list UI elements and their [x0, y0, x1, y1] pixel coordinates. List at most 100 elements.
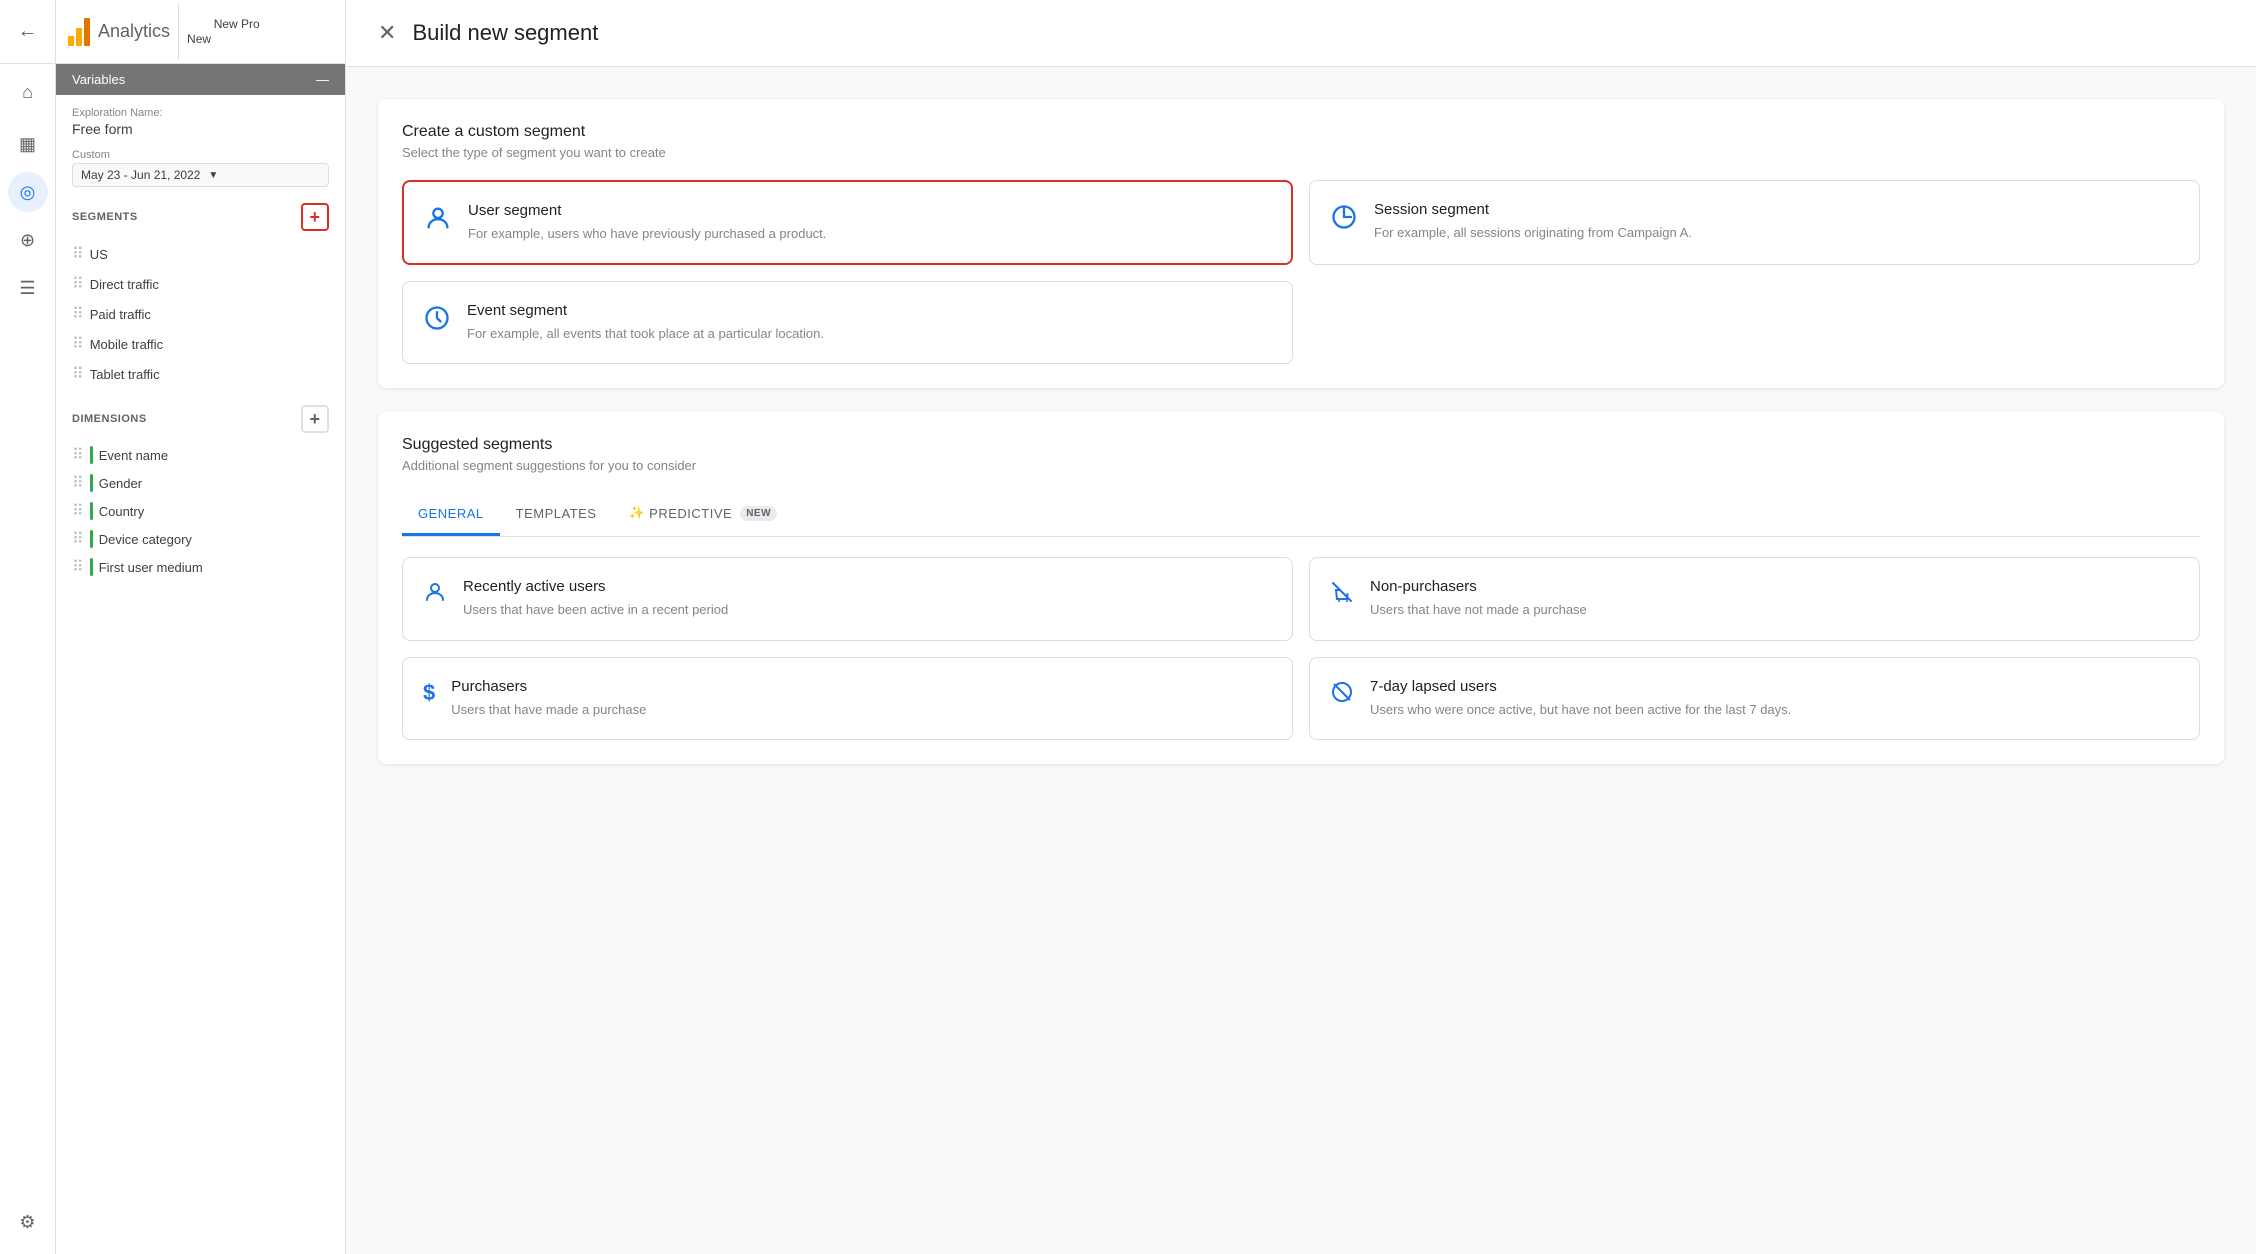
event-segment-option[interactable]: Event segment For example, all events th… [402, 281, 1293, 364]
dimension-bar [90, 446, 93, 464]
drag-handle-icon: ⠿ [72, 274, 84, 294]
suggested-segments-subtitle: Additional segment suggestions for you t… [402, 458, 2200, 473]
lapsed-title: 7-day lapsed users [1370, 678, 1791, 695]
user-segment-desc: For example, users who have previously p… [468, 225, 826, 243]
user-segment-text: User segment For example, users who have… [468, 202, 826, 243]
dimension-item-gender[interactable]: ⠿ Gender [72, 469, 329, 497]
dimension-label: First user medium [99, 560, 203, 575]
session-segment-option[interactable]: Session segment For example, all session… [1309, 180, 2200, 265]
variables-header: Variables — [56, 64, 345, 95]
modal-header: ✕ Build new segment [346, 0, 2256, 67]
variables-label: Variables [72, 72, 125, 87]
settings-icon[interactable]: ⚙ [8, 1202, 48, 1242]
event-segment-title: Event segment [467, 302, 824, 319]
drag-handle-icon: ⠿ [72, 529, 84, 549]
recently-active-text: Recently active users Users that have be… [463, 578, 728, 619]
dimensions-label: DIMENSIONS [72, 413, 147, 425]
segment-label: Direct traffic [90, 277, 159, 292]
segment-item-mobile[interactable]: ⠿ Mobile traffic [72, 329, 329, 359]
dimensions-list: ⠿ Event name ⠿ Gender ⠿ Country ⠿ [72, 441, 329, 581]
nav-icon-home[interactable]: ⌂ [8, 72, 48, 112]
dimension-bar [90, 502, 93, 520]
segment-item-us[interactable]: ⠿ US [72, 239, 329, 269]
date-range-picker[interactable]: May 23 - Jun 21, 2022 ▼ [72, 163, 329, 187]
segment-item-paid[interactable]: ⠿ Paid traffic [72, 299, 329, 329]
suggested-item-lapsed[interactable]: 7-day lapsed users Users who were once a… [1309, 657, 2200, 740]
property-name: New Pro New [178, 3, 260, 61]
drag-handle-icon: ⠿ [72, 334, 84, 354]
main-content: ✕ Build new segment Create a custom segm… [346, 0, 2256, 1254]
purchasers-icon: $ [423, 680, 435, 706]
exploration-value: Free form [72, 121, 329, 137]
nav-icon-target[interactable]: ◎ [8, 172, 48, 212]
recently-active-desc: Users that have been active in a recent … [463, 601, 728, 619]
modal-close-button[interactable]: ✕ [378, 22, 396, 44]
dimension-item-device[interactable]: ⠿ Device category [72, 525, 329, 553]
add-dimension-button[interactable]: + [301, 405, 329, 433]
dimension-label: Country [99, 504, 145, 519]
dimension-bar [90, 558, 93, 576]
back-icon[interactable]: ← [18, 20, 38, 43]
segments-section-header: SEGMENTS + [72, 203, 329, 231]
dimension-item-firstuser[interactable]: ⠿ First user medium [72, 553, 329, 581]
custom-segment-title: Create a custom segment [402, 123, 2200, 141]
build-segment-modal: ✕ Build new segment Create a custom segm… [346, 0, 2256, 1254]
variables-content: Exploration Name: Free form Custom May 2… [56, 95, 345, 593]
drag-handle-icon: ⠿ [72, 473, 84, 493]
tab-general[interactable]: GENERAL [402, 494, 500, 536]
tab-templates[interactable]: TEMPLATES [500, 494, 613, 536]
event-segment-text: Event segment For example, all events th… [467, 302, 824, 343]
tab-predictive[interactable]: ✨ PREDICTIVE NEW [612, 493, 793, 536]
suggested-segments-card: Suggested segments Additional segment su… [378, 412, 2224, 763]
new-badge: NEW [740, 506, 777, 521]
segment-label: Mobile traffic [90, 337, 163, 352]
suggested-item-non-purchasers[interactable]: Non-purchasers Users that have not made … [1309, 557, 2200, 640]
logo-bar-1 [68, 36, 74, 46]
date-range-value: May 23 - Jun 21, 2022 [81, 168, 200, 182]
custom-label: Custom [72, 149, 329, 161]
collapse-icon[interactable]: — [316, 72, 329, 87]
segment-item-direct[interactable]: ⠿ Direct traffic [72, 269, 329, 299]
event-segment-desc: For example, all events that took place … [467, 325, 824, 343]
suggested-item-recently-active[interactable]: Recently active users Users that have be… [402, 557, 1293, 640]
drag-handle-icon: ⠿ [72, 304, 84, 324]
dimension-item-country[interactable]: ⠿ Country [72, 497, 329, 525]
lapsed-icon [1330, 680, 1354, 710]
dimensions-section-header: DIMENSIONS + [72, 405, 329, 433]
nav-icon-table[interactable]: ☰ [8, 268, 48, 308]
purchasers-text: Purchasers Users that have made a purcha… [451, 678, 646, 719]
sparkle-icon: ✨ [628, 505, 645, 521]
non-purchasers-icon [1330, 580, 1354, 610]
segment-options-grid: User segment For example, users who have… [402, 180, 2200, 364]
top-bar: Analytics New Pro New [56, 0, 345, 64]
session-segment-icon [1330, 203, 1358, 238]
recently-active-title: Recently active users [463, 578, 728, 595]
user-segment-option[interactable]: User segment For example, users who have… [402, 180, 1293, 265]
non-purchasers-desc: Users that have not made a purchase [1370, 601, 1587, 619]
tab-predictive-label: PREDICTIVE [649, 506, 732, 521]
segment-label: US [90, 247, 108, 262]
user-segment-icon [424, 204, 452, 239]
recently-active-icon [423, 580, 447, 610]
add-segment-button[interactable]: + [301, 203, 329, 231]
suggested-item-purchasers[interactable]: $ Purchasers Users that have made a purc… [402, 657, 1293, 740]
segment-item-tablet[interactable]: ⠿ Tablet traffic [72, 359, 329, 389]
dimension-label: Event name [99, 448, 168, 463]
drag-handle-icon: ⠿ [72, 557, 84, 577]
event-segment-icon [423, 304, 451, 339]
exploration-label: Exploration Name: [72, 107, 329, 119]
dimension-item-event[interactable]: ⠿ Event name [72, 441, 329, 469]
nav-icon-search[interactable]: ⊕ [8, 220, 48, 260]
suggested-grid: Recently active users Users that have be… [402, 557, 2200, 739]
drag-handle-icon: ⠿ [72, 445, 84, 465]
dimension-bar [90, 474, 93, 492]
custom-segment-subtitle: Select the type of segment you want to c… [402, 145, 2200, 160]
segments-label: SEGMENTS [72, 211, 138, 223]
nav-icon-chart[interactable]: ▦ [8, 124, 48, 164]
modal-overlay: ✕ Build new segment Create a custom segm… [346, 0, 2256, 1254]
session-segment-text: Session segment For example, all session… [1374, 201, 1692, 242]
dimension-bar [90, 530, 93, 548]
logo-bar-3 [84, 18, 90, 46]
suggested-tabs: GENERAL TEMPLATES ✨ PREDICTIVE NEW [402, 493, 2200, 537]
non-purchasers-text: Non-purchasers Users that have not made … [1370, 578, 1587, 619]
